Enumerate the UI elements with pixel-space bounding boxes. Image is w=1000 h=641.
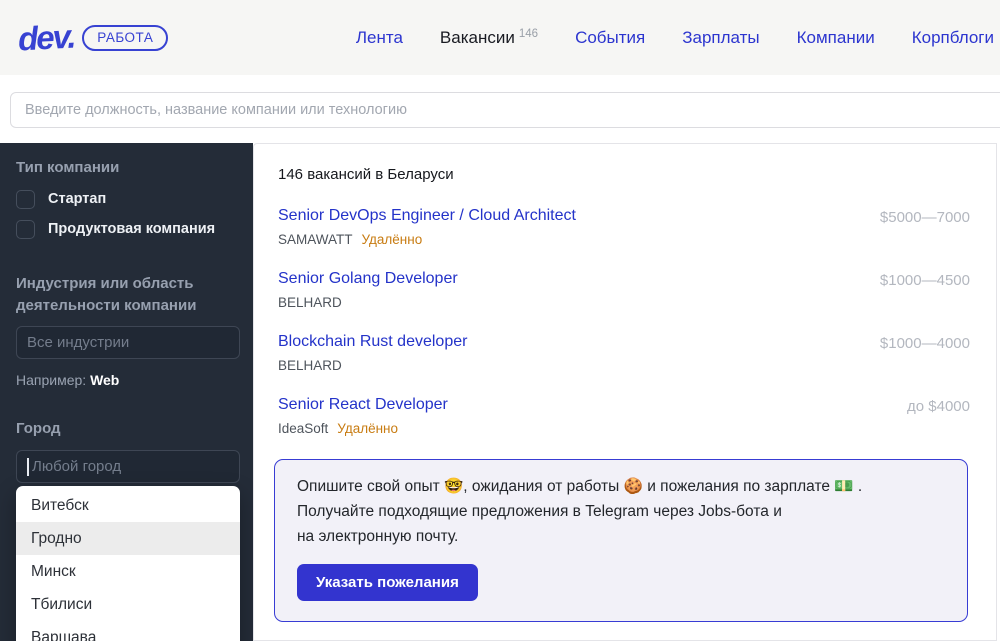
job-info: Senior React Developer IdeaSoft Удалённо xyxy=(278,396,448,436)
checkbox-product-company[interactable] xyxy=(16,220,35,239)
nav-salaries[interactable]: Зарплаты xyxy=(682,28,759,48)
job-company: BELHARD xyxy=(278,295,342,310)
checkbox-product-company-label: Продуктовая компания xyxy=(48,221,215,237)
job-title-link[interactable]: Blockchain Rust developer xyxy=(278,333,467,351)
job-meta: BELHARD xyxy=(278,295,458,310)
industry-hint-example: Web xyxy=(90,372,119,388)
job-company: SAMAWATT xyxy=(278,232,353,247)
nav-feed[interactable]: Лента xyxy=(356,28,403,48)
page: dev. РАБОТА Лента Вакансии 146 События За… xyxy=(0,0,1000,641)
industry-hint-label: Например: xyxy=(16,372,86,388)
banner-text-line: Получайте подходящие предложения в Teleg… xyxy=(297,500,945,525)
header: dev. РАБОТА Лента Вакансии 146 События За… xyxy=(0,0,1000,75)
vacancies-count-badge: 146 xyxy=(519,28,538,40)
city-option-minsk[interactable]: Минск xyxy=(16,555,240,588)
job-salary: $1000—4000 xyxy=(880,333,970,352)
nav-events[interactable]: События xyxy=(575,28,645,48)
filter-industry-title: Индустрия или область деятельности компа… xyxy=(16,273,231,317)
job-salary: $5000—7000 xyxy=(880,207,970,226)
search-section xyxy=(0,75,1000,143)
results-count: 146 вакансий в Беларуси xyxy=(278,166,970,183)
job-info: Senior Golang Developer BELHARD xyxy=(278,270,458,310)
nav-vacancies[interactable]: Вакансии 146 xyxy=(440,28,538,48)
set-preferences-button[interactable]: Указать пожелания xyxy=(297,564,478,601)
filter-city-title: Город xyxy=(16,418,240,440)
industry-hint: Например: Web xyxy=(16,372,240,388)
city-input[interactable]: Любой город xyxy=(16,450,240,483)
filter-company-type-title: Тип компании xyxy=(16,157,240,179)
job-info: Senior DevOps Engineer / Cloud Architect… xyxy=(278,207,576,247)
search-input[interactable] xyxy=(10,92,1000,128)
job-remote-badge: Удалённо xyxy=(337,421,398,436)
job-row: Senior DevOps Engineer / Cloud Architect… xyxy=(278,207,970,247)
checkbox-row-startup[interactable]: Стартап xyxy=(16,190,240,209)
vacancies-panel: 146 вакансий в Беларуси Senior DevOps En… xyxy=(253,143,997,641)
checkbox-startup-label: Стартап xyxy=(48,191,106,207)
job-row: Senior Golang Developer BELHARD $1000—45… xyxy=(278,270,970,310)
content: Тип компании Стартап Продуктовая компани… xyxy=(0,143,1000,641)
job-salary: до $4000 xyxy=(907,396,970,415)
logo-devby-script: dev. xyxy=(17,17,75,58)
nav-companies[interactable]: Компании xyxy=(797,28,875,48)
city-option-vitebsk[interactable]: Витебск xyxy=(16,489,240,522)
industry-input[interactable] xyxy=(16,326,240,359)
job-salary: $1000—4500 xyxy=(880,270,970,289)
job-meta: IdeaSoft Удалённо xyxy=(278,421,448,436)
city-option-grodno[interactable]: Гродно xyxy=(16,522,240,555)
city-input-placeholder: Любой город xyxy=(32,458,121,475)
checkbox-row-product-company[interactable]: Продуктовая компания xyxy=(16,220,240,239)
city-option-tbilisi[interactable]: Тбилиси xyxy=(16,588,240,621)
job-meta: BELHARD xyxy=(278,358,467,373)
main-nav: Лента Вакансии 146 События Зарплаты Компа… xyxy=(356,28,994,48)
nav-vacancies-label: Вакансии xyxy=(440,28,515,47)
job-title-link[interactable]: Senior Golang Developer xyxy=(278,270,458,288)
text-cursor xyxy=(27,458,29,476)
job-meta: SAMAWATT Удалённо xyxy=(278,232,576,247)
job-remote-badge: Удалённо xyxy=(362,232,423,247)
job-row: Blockchain Rust developer BELHARD $1000—… xyxy=(278,333,970,373)
filters-sidebar: Тип компании Стартап Продуктовая компани… xyxy=(0,143,253,641)
nav-corpblogs[interactable]: Корпблоги xyxy=(912,28,994,48)
banner-text-line: на электронную почту. xyxy=(297,525,945,550)
job-preferences-banner: Опишите свой опыт 🤓, ожидания от работы … xyxy=(274,459,968,622)
banner-text-line: Опишите свой опыт 🤓, ожидания от работы … xyxy=(297,475,945,500)
logo[interactable]: dev. РАБОТА xyxy=(18,19,168,57)
city-dropdown: Витебск Гродно Минск Тбилиси Варшава Поз… xyxy=(16,486,240,641)
job-title-link[interactable]: Senior React Developer xyxy=(278,396,448,414)
city-option-warsaw[interactable]: Варшава xyxy=(16,621,240,641)
job-info: Blockchain Rust developer BELHARD xyxy=(278,333,467,373)
logo-rabota-badge: РАБОТА xyxy=(82,25,168,51)
job-company: BELHARD xyxy=(278,358,342,373)
job-title-link[interactable]: Senior DevOps Engineer / Cloud Architect xyxy=(278,207,576,225)
job-row: Senior React Developer IdeaSoftУдалённо … xyxy=(278,396,970,436)
checkbox-startup[interactable] xyxy=(16,190,35,209)
job-company: IdeaSoft xyxy=(278,421,328,436)
